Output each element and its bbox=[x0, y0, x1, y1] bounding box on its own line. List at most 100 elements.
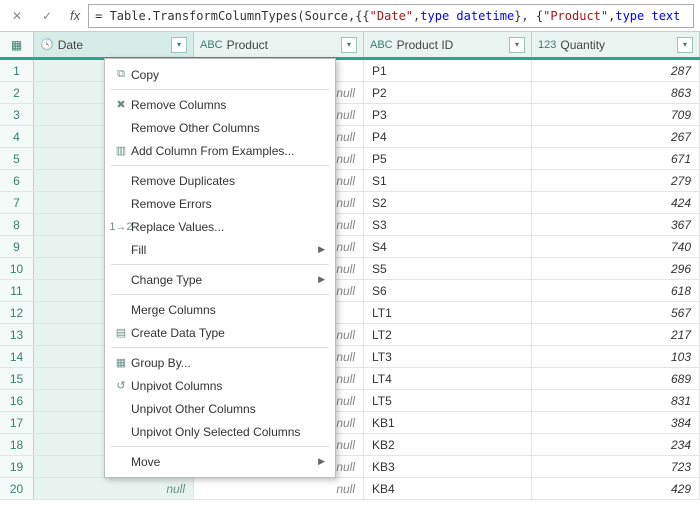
menu-remove-errors[interactable]: Remove Errors bbox=[105, 192, 335, 215]
formula-token: "Date" bbox=[370, 9, 413, 23]
cell-quantity[interactable]: 723 bbox=[532, 456, 700, 477]
cell-quantity[interactable]: 831 bbox=[532, 390, 700, 411]
row-index[interactable]: 19 bbox=[0, 456, 34, 477]
menu-separator bbox=[111, 89, 329, 90]
menu-add-column-from-examples[interactable]: ▥ Add Column From Examples... bbox=[105, 139, 335, 162]
filter-icon[interactable]: ▾ bbox=[171, 37, 187, 53]
cell-quantity[interactable]: 424 bbox=[532, 192, 700, 213]
row-index[interactable]: 11 bbox=[0, 280, 34, 301]
accept-icon[interactable]: ✓ bbox=[36, 5, 58, 27]
cell-quantity[interactable]: 234 bbox=[532, 434, 700, 455]
cell-product-id[interactable]: S6 bbox=[364, 280, 532, 301]
cell-quantity[interactable]: 740 bbox=[532, 236, 700, 257]
cell-quantity[interactable]: 671 bbox=[532, 148, 700, 169]
cell-quantity[interactable]: 267 bbox=[532, 126, 700, 147]
cell-product-id[interactable]: KB3 bbox=[364, 456, 532, 477]
row-index[interactable]: 17 bbox=[0, 412, 34, 433]
cell-product-id[interactable]: KB4 bbox=[364, 478, 532, 499]
formula-token: }, { bbox=[514, 9, 543, 23]
cell-product-id[interactable]: P5 bbox=[364, 148, 532, 169]
menu-replace-values[interactable]: 1→2 Replace Values... bbox=[105, 215, 335, 238]
cell-quantity[interactable]: 384 bbox=[532, 412, 700, 433]
formula-input[interactable]: = Table.TransformColumnTypes(Source,{{ "… bbox=[88, 4, 694, 28]
menu-remove-other-columns[interactable]: Remove Other Columns bbox=[105, 116, 335, 139]
menu-unpivot-only-selected[interactable]: Unpivot Only Selected Columns bbox=[105, 420, 335, 443]
row-index[interactable]: 8 bbox=[0, 214, 34, 235]
cell-quantity[interactable]: 618 bbox=[532, 280, 700, 301]
cell-product-id[interactable]: S4 bbox=[364, 236, 532, 257]
row-index[interactable]: 13 bbox=[0, 324, 34, 345]
column-header-product[interactable]: ABC Product ▾ bbox=[194, 32, 364, 57]
cell-quantity[interactable]: 103 bbox=[532, 346, 700, 367]
row-index[interactable]: 10 bbox=[0, 258, 34, 279]
menu-separator bbox=[111, 446, 329, 447]
cell-quantity[interactable]: 567 bbox=[532, 302, 700, 323]
filter-icon[interactable]: ▾ bbox=[677, 37, 693, 53]
cell-quantity[interactable]: 429 bbox=[532, 478, 700, 499]
row-index[interactable]: 9 bbox=[0, 236, 34, 257]
cell-product-id[interactable]: P4 bbox=[364, 126, 532, 147]
row-index[interactable]: 20 bbox=[0, 478, 34, 499]
row-index[interactable]: 4 bbox=[0, 126, 34, 147]
menu-group-by[interactable]: ▦ Group By... bbox=[105, 351, 335, 374]
cell-product-id[interactable]: LT4 bbox=[364, 368, 532, 389]
filter-icon[interactable]: ▾ bbox=[509, 37, 525, 53]
cell-quantity[interactable]: 296 bbox=[532, 258, 700, 279]
cell-product-id[interactable]: LT2 bbox=[364, 324, 532, 345]
cell-quantity[interactable]: 863 bbox=[532, 82, 700, 103]
menu-copy[interactable]: ⧉ Copy bbox=[105, 63, 335, 86]
row-index[interactable]: 12 bbox=[0, 302, 34, 323]
row-index[interactable]: 15 bbox=[0, 368, 34, 389]
cell-product-id[interactable]: P2 bbox=[364, 82, 532, 103]
column-header-date[interactable]: 🕓 Date ▾ bbox=[34, 32, 194, 57]
cell-date[interactable]: null bbox=[34, 478, 194, 499]
cell-product-id[interactable]: S3 bbox=[364, 214, 532, 235]
menu-remove-duplicates[interactable]: Remove Duplicates bbox=[105, 169, 335, 192]
menu-create-data-type[interactable]: ▤ Create Data Type bbox=[105, 321, 335, 344]
cell-product-id[interactable]: LT3 bbox=[364, 346, 532, 367]
cell-quantity[interactable]: 279 bbox=[532, 170, 700, 191]
filter-icon[interactable]: ▾ bbox=[341, 37, 357, 53]
cell-product-id[interactable]: KB1 bbox=[364, 412, 532, 433]
column-header-product-id[interactable]: ABC Product ID ▾ bbox=[364, 32, 532, 57]
cell-quantity[interactable]: 689 bbox=[532, 368, 700, 389]
text-type-icon: ABC bbox=[370, 39, 393, 51]
row-index[interactable]: 5 bbox=[0, 148, 34, 169]
cancel-icon[interactable]: ✕ bbox=[6, 5, 28, 27]
menu-fill[interactable]: Fill ▶ bbox=[105, 238, 335, 261]
row-index[interactable]: 2 bbox=[0, 82, 34, 103]
menu-label: Remove Errors bbox=[131, 197, 325, 211]
menu-unpivot-other-columns[interactable]: Unpivot Other Columns bbox=[105, 397, 335, 420]
cell-product-id[interactable]: S2 bbox=[364, 192, 532, 213]
cell-product-id[interactable]: P1 bbox=[364, 60, 532, 81]
replace-icon: 1→2 bbox=[111, 221, 131, 233]
cell-quantity[interactable]: 709 bbox=[532, 104, 700, 125]
cell-quantity[interactable]: 367 bbox=[532, 214, 700, 235]
cell-product-id[interactable]: S1 bbox=[364, 170, 532, 191]
row-index[interactable]: 14 bbox=[0, 346, 34, 367]
submenu-arrow-icon: ▶ bbox=[318, 274, 325, 285]
row-index[interactable]: 1 bbox=[0, 60, 34, 81]
menu-remove-columns[interactable]: ✖ Remove Columns bbox=[105, 93, 335, 116]
menu-label: Change Type bbox=[131, 273, 318, 287]
menu-unpivot-columns[interactable]: ↺ Unpivot Columns bbox=[105, 374, 335, 397]
menu-change-type[interactable]: Change Type ▶ bbox=[105, 268, 335, 291]
cell-product[interactable]: null bbox=[194, 478, 364, 499]
cell-product-id[interactable]: LT5 bbox=[364, 390, 532, 411]
cell-quantity[interactable]: 287 bbox=[532, 60, 700, 81]
column-header-quantity[interactable]: 123 Quantity ▾ bbox=[532, 32, 700, 57]
cell-quantity[interactable]: 217 bbox=[532, 324, 700, 345]
row-index[interactable]: 16 bbox=[0, 390, 34, 411]
row-index[interactable]: 3 bbox=[0, 104, 34, 125]
menu-move[interactable]: Move ▶ bbox=[105, 450, 335, 473]
row-index[interactable]: 6 bbox=[0, 170, 34, 191]
row-index[interactable]: 7 bbox=[0, 192, 34, 213]
table-icon[interactable]: ▦ bbox=[0, 32, 34, 57]
cell-product-id[interactable]: KB2 bbox=[364, 434, 532, 455]
cell-product-id[interactable]: LT1 bbox=[364, 302, 532, 323]
row-index[interactable]: 18 bbox=[0, 434, 34, 455]
table-row[interactable]: 20nullnullKB4429 bbox=[0, 478, 700, 500]
cell-product-id[interactable]: S5 bbox=[364, 258, 532, 279]
menu-merge-columns[interactable]: Merge Columns bbox=[105, 298, 335, 321]
cell-product-id[interactable]: P3 bbox=[364, 104, 532, 125]
